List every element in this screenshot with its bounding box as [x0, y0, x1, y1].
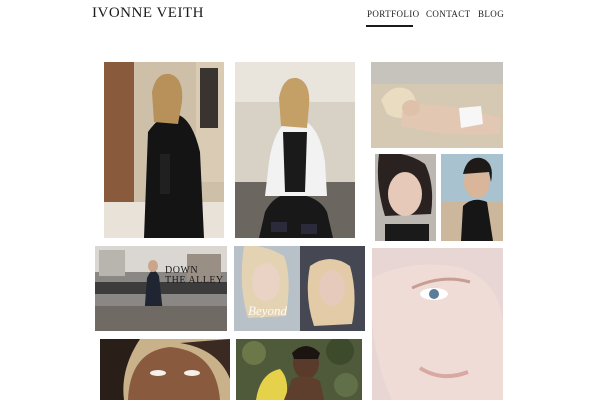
- dark-haired-model-side-profile-photo: [441, 154, 503, 241]
- dark-haired-model-portrait-photo: [375, 154, 436, 241]
- nav-contact-link[interactable]: CONTACT: [426, 9, 471, 19]
- gallery-photo-10[interactable]: [236, 339, 362, 400]
- gallery-photo-3[interactable]: [371, 62, 503, 148]
- gallery-photo-6[interactable]: DOWN THE ALLEY: [95, 246, 227, 331]
- the-alley-caption: THE ALLEY: [165, 275, 224, 286]
- blonde-model-on-beach-photo: [371, 62, 503, 148]
- nav-portfolio-link[interactable]: PORTFOLIO: [367, 9, 420, 19]
- magazine-street-spread-photo: [95, 246, 227, 331]
- gallery-photo-9[interactable]: [100, 339, 230, 400]
- gallery-photo-8[interactable]: [372, 248, 503, 400]
- gallery-photo-2[interactable]: [235, 62, 355, 238]
- gallery-photo-1[interactable]: [104, 62, 224, 238]
- close-up-face-beauty-photo: [372, 248, 503, 400]
- gallery-photo-4[interactable]: [375, 154, 436, 241]
- model-in-black-suit-photo: [104, 62, 224, 238]
- smiling-model-portrait-photo: [100, 339, 230, 400]
- nav-active-indicator: [366, 25, 413, 27]
- gallery-photo-7[interactable]: Beyond: [234, 246, 365, 331]
- model-in-white-jacket-photo: [235, 62, 355, 238]
- model-with-yellow-flowers-photo: [236, 339, 362, 400]
- gallery-photo-5[interactable]: [441, 154, 503, 241]
- site-logo[interactable]: IVONNE VEITH: [92, 5, 204, 22]
- nav-blog-link[interactable]: BLOG: [478, 9, 504, 19]
- beyond-caption: Beyond: [248, 303, 287, 318]
